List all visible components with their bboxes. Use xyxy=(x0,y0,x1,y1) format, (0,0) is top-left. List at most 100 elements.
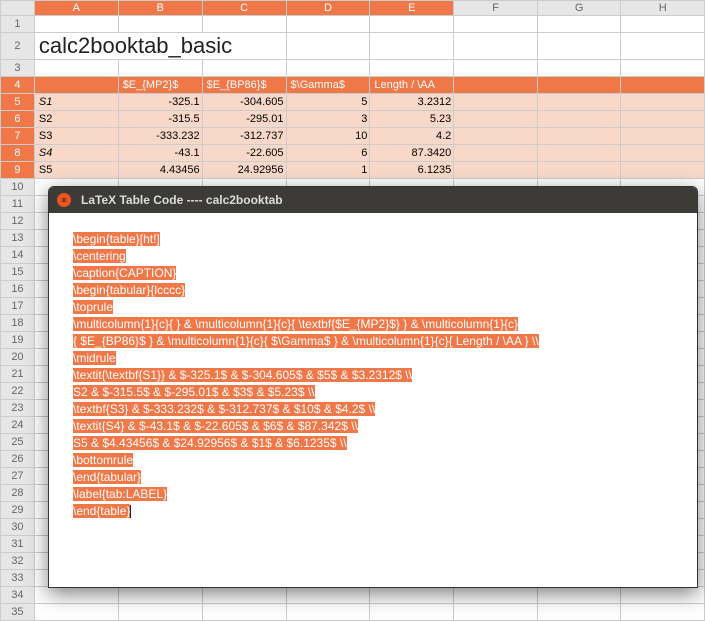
col-header-F[interactable]: F xyxy=(454,1,538,16)
cell[interactable]: -43.1 xyxy=(118,145,202,162)
cell[interactable] xyxy=(537,604,621,621)
cell[interactable] xyxy=(118,587,202,604)
column-headers[interactable]: A B C D E F G H xyxy=(1,1,705,16)
cell[interactable] xyxy=(202,60,286,77)
close-icon[interactable]: × xyxy=(57,193,71,207)
row-header-32[interactable]: 32 xyxy=(1,553,35,570)
row-header-2[interactable]: 2 xyxy=(1,33,35,60)
dialog-titlebar[interactable]: × LaTeX Table Code ---- calc2booktab xyxy=(49,187,697,213)
cell[interactable] xyxy=(454,111,538,128)
row-header-23[interactable]: 23 xyxy=(1,400,35,417)
cell[interactable] xyxy=(537,587,621,604)
col-header-C[interactable]: C xyxy=(202,1,286,16)
cell[interactable]: 10 xyxy=(286,128,370,145)
row-header-29[interactable]: 29 xyxy=(1,502,35,519)
cell[interactable] xyxy=(202,16,286,33)
cell[interactable]: 6.1235 xyxy=(370,162,454,179)
cell[interactable] xyxy=(621,145,705,162)
cell[interactable]: -312.737 xyxy=(202,128,286,145)
row-header-8[interactable]: 8 xyxy=(1,145,35,162)
row-header-25[interactable]: 25 xyxy=(1,434,35,451)
row-header-7[interactable]: 7 xyxy=(1,128,35,145)
row-header-19[interactable]: 19 xyxy=(1,332,35,349)
cell[interactable] xyxy=(34,16,118,33)
row-header-28[interactable]: 28 xyxy=(1,485,35,502)
col-header-H[interactable]: H xyxy=(621,1,705,16)
cell[interactable] xyxy=(454,16,538,33)
row-header-9[interactable]: 9 xyxy=(1,162,35,179)
cell[interactable] xyxy=(621,111,705,128)
row-header-11[interactable]: 11 xyxy=(1,196,35,213)
row-header-34[interactable]: 34 xyxy=(1,587,35,604)
row-header-18[interactable]: 18 xyxy=(1,315,35,332)
cell[interactable] xyxy=(454,145,538,162)
cell[interactable] xyxy=(34,60,118,77)
latex-code-body[interactable]: \begin{table}[ht!]\centering\caption{CAP… xyxy=(49,213,697,538)
cell[interactable] xyxy=(621,60,705,77)
cell[interactable]: S2 xyxy=(34,111,118,128)
cell[interactable] xyxy=(286,16,370,33)
cell[interactable] xyxy=(34,604,118,621)
row-header-6[interactable]: 6 xyxy=(1,111,35,128)
cell[interactable]: $E_{BP86}$ xyxy=(202,77,286,94)
cell[interactable] xyxy=(621,604,705,621)
cell[interactable]: $E_{MP2}$ xyxy=(118,77,202,94)
row-header-5[interactable]: 5 xyxy=(1,94,35,111)
cell[interactable] xyxy=(286,587,370,604)
cell[interactable]: -304.605 xyxy=(202,94,286,111)
row-header-33[interactable]: 33 xyxy=(1,570,35,587)
cell[interactable] xyxy=(370,604,454,621)
cell[interactable]: S5 xyxy=(34,162,118,179)
cell[interactable] xyxy=(537,60,621,77)
cell[interactable] xyxy=(621,162,705,179)
cell[interactable] xyxy=(118,604,202,621)
cell[interactable]: -325.1 xyxy=(118,94,202,111)
cell[interactable] xyxy=(537,94,621,111)
cell[interactable] xyxy=(454,60,538,77)
cell[interactable]: S3 xyxy=(34,128,118,145)
row-header-22[interactable]: 22 xyxy=(1,383,35,400)
col-header-A[interactable]: A xyxy=(34,1,118,16)
cell[interactable] xyxy=(370,33,454,60)
cell[interactable]: 6 xyxy=(286,145,370,162)
cell[interactable] xyxy=(454,33,538,60)
col-header-D[interactable]: D xyxy=(286,1,370,16)
cell[interactable] xyxy=(118,16,202,33)
cell[interactable] xyxy=(286,604,370,621)
cell[interactable] xyxy=(621,128,705,145)
col-header-E[interactable]: E xyxy=(370,1,454,16)
cell[interactable]: $\Gamma$ xyxy=(286,77,370,94)
col-header-G[interactable]: G xyxy=(537,1,621,16)
cell[interactable] xyxy=(34,587,118,604)
cell[interactable]: S1 xyxy=(34,94,118,111)
row-header-1[interactable]: 1 xyxy=(1,16,35,33)
cell[interactable] xyxy=(118,60,202,77)
cell[interactable] xyxy=(454,128,538,145)
row-header-3[interactable]: 3 xyxy=(1,60,35,77)
row-header-31[interactable]: 31 xyxy=(1,536,35,553)
cell[interactable] xyxy=(286,60,370,77)
cell[interactable] xyxy=(537,33,621,60)
cell[interactable] xyxy=(286,33,370,60)
cell[interactable]: 5 xyxy=(286,94,370,111)
cell[interactable] xyxy=(537,77,621,94)
cell[interactable]: S4 xyxy=(34,145,118,162)
row-header-24[interactable]: 24 xyxy=(1,417,35,434)
cell[interactable]: 5.23 xyxy=(370,111,454,128)
cell[interactable] xyxy=(621,94,705,111)
cell[interactable] xyxy=(537,111,621,128)
cell[interactable]: Length / \AA xyxy=(370,77,454,94)
cell[interactable]: 4.43456 xyxy=(118,162,202,179)
cell[interactable]: 4.2 xyxy=(370,128,454,145)
cell[interactable]: -315.5 xyxy=(118,111,202,128)
cell[interactable] xyxy=(370,587,454,604)
row-header-30[interactable]: 30 xyxy=(1,519,35,536)
cell[interactable] xyxy=(454,77,538,94)
row-header-14[interactable]: 14 xyxy=(1,247,35,264)
cell[interactable] xyxy=(621,33,705,60)
cell[interactable] xyxy=(621,587,705,604)
cell[interactable] xyxy=(537,16,621,33)
cell[interactable] xyxy=(621,77,705,94)
cell[interactable] xyxy=(202,604,286,621)
cell[interactable]: 3.2312 xyxy=(370,94,454,111)
